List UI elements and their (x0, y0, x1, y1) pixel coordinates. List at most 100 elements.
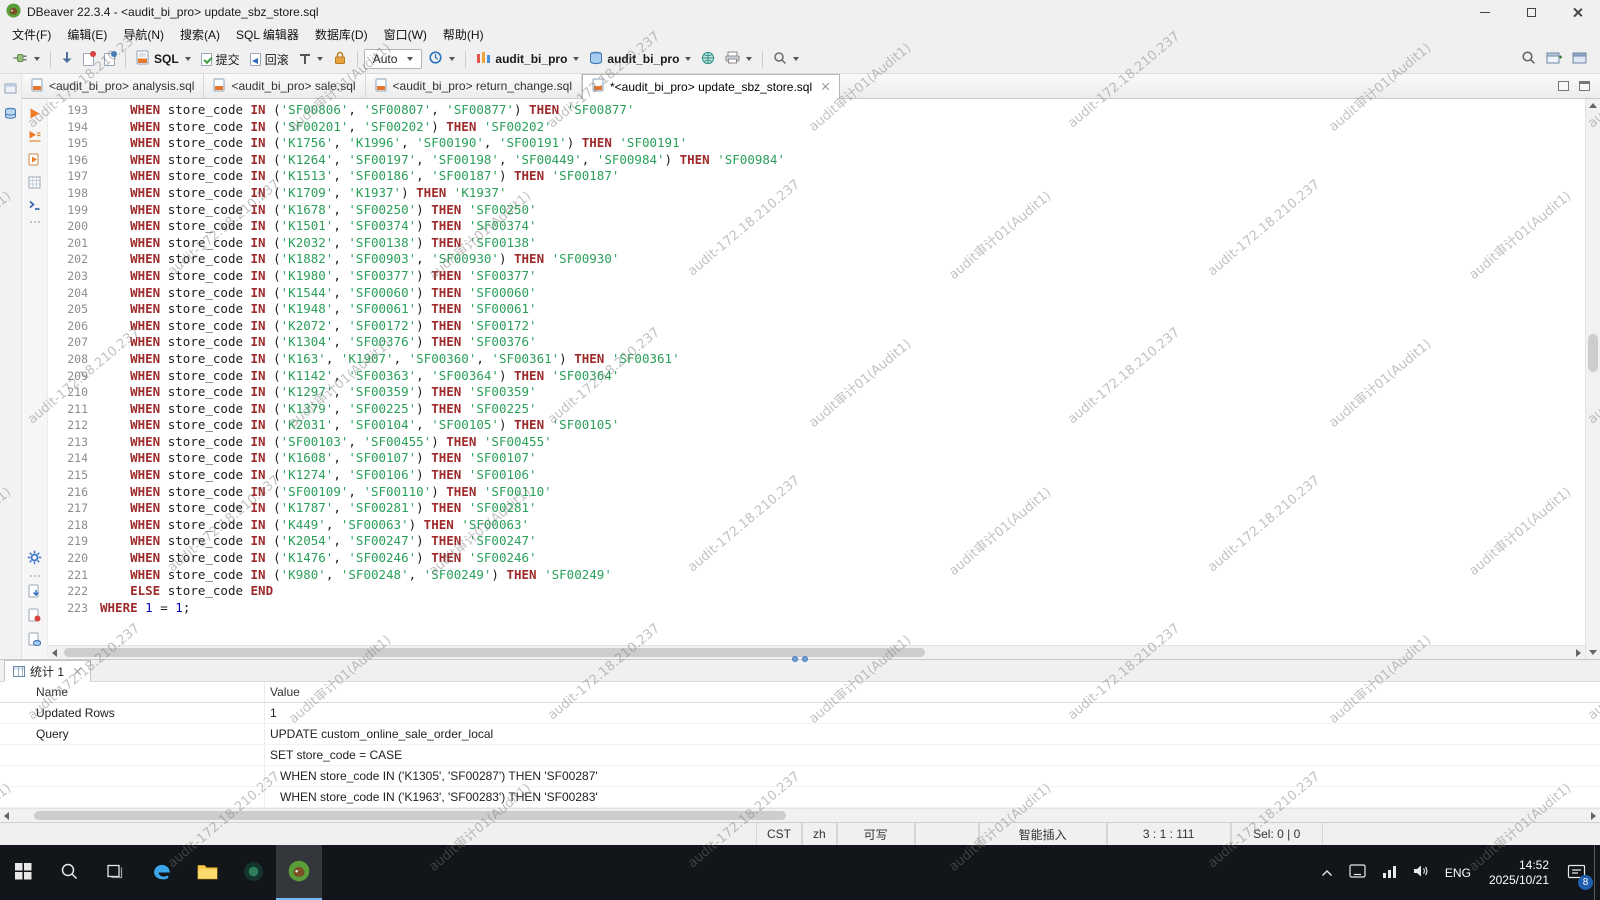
menu-edit[interactable]: 编辑(E) (59, 26, 115, 43)
schema-selector[interactable]: audit_bi_pro (585, 48, 695, 71)
code-line[interactable]: 206 WHEN store_code IN ('K2072', 'SF0017… (48, 318, 1585, 335)
rollback-button[interactable]: 回滚 (246, 48, 293, 71)
editor-vertical-scrollbar[interactable] (1585, 99, 1600, 659)
transaction-log-button[interactable] (295, 50, 327, 68)
close-icon[interactable] (73, 667, 82, 676)
results-row[interactable]: Updated Rows1 (0, 703, 1600, 724)
menu-file[interactable]: 文件(F) (4, 26, 59, 43)
code-line[interactable]: 209 WHEN store_code IN ('K1142', 'SF0036… (48, 368, 1585, 385)
menu-sql-editor[interactable]: SQL 编辑器 (228, 26, 307, 43)
code-line[interactable]: 210 WHEN store_code IN ('K1297', 'SF0035… (48, 384, 1585, 401)
task-view-button[interactable] (92, 845, 138, 900)
tab-analysis-sql[interactable]: <audit_bi_pro> analysis.sql (22, 74, 204, 98)
results-row[interactable]: WHEN store_code IN ('K1305', 'SF00287') … (0, 766, 1600, 787)
pinned-app-button[interactable] (230, 845, 276, 900)
menu-database[interactable]: 数据库(D) (307, 26, 376, 43)
code-line[interactable]: 201 WHEN store_code IN ('K2032', 'SF0013… (48, 235, 1585, 252)
code-line[interactable]: 200 WHEN store_code IN ('K1501', 'SF0037… (48, 218, 1585, 235)
code-line[interactable]: 223WHERE 1 = 1; (48, 600, 1585, 617)
code-line[interactable]: 199 WHEN store_code IN ('K1678', 'SF0025… (48, 202, 1585, 219)
database-navigator-icon[interactable] (4, 107, 17, 123)
start-button[interactable] (0, 845, 46, 900)
code-line[interactable]: 208 WHEN store_code IN ('K163', 'K1907',… (48, 351, 1585, 368)
maximize-button[interactable] (1508, 0, 1554, 24)
code-line[interactable]: 211 WHEN store_code IN ('K1379', 'SF0022… (48, 401, 1585, 418)
code-line[interactable]: 217 WHEN store_code IN ('K1787', 'SF0028… (48, 500, 1585, 517)
close-button[interactable] (1554, 0, 1600, 24)
splitter-handle[interactable] (792, 656, 808, 662)
connect-button[interactable] (8, 47, 44, 72)
code-line[interactable]: 220 WHEN store_code IN ('K1476', 'SF0024… (48, 550, 1585, 567)
terminal-icon[interactable] (28, 199, 41, 214)
dbeaver-logo-icon[interactable] (6, 3, 21, 21)
scroll-right-arrow-icon[interactable] (1591, 812, 1596, 820)
tray-network-button[interactable] (1374, 845, 1405, 900)
load-file-icon[interactable] (28, 584, 41, 601)
connection-selector[interactable]: audit_bi_pro (472, 48, 583, 71)
code-line[interactable]: 203 WHEN store_code IN ('K1980', 'SF0037… (48, 268, 1585, 285)
scrollbar-thumb[interactable] (1588, 334, 1598, 372)
scroll-left-arrow-icon[interactable] (52, 649, 57, 657)
tab-statistics[interactable]: 统计 1 (4, 660, 91, 682)
code-line[interactable]: 218 WHEN store_code IN ('K449', 'SF00063… (48, 517, 1585, 534)
code-line[interactable]: 213 WHEN store_code IN ('SF00103', 'SF00… (48, 434, 1585, 451)
tab-update-sbz-store-sql[interactable]: *<audit_bi_pro> update_sbz_store.sql (582, 74, 840, 99)
results-horizontal-scrollbar[interactable] (0, 808, 1600, 822)
minimize-editor-icon[interactable] (1558, 81, 1569, 91)
refresh-timer-button[interactable] (424, 47, 459, 71)
code-line[interactable]: 216 WHEN store_code IN ('SF00109', 'SF00… (48, 484, 1585, 501)
search-icon[interactable] (1521, 50, 1536, 68)
new-sql-editor-button[interactable]: SQL (132, 47, 195, 71)
action-center-button[interactable]: 8 (1559, 845, 1594, 900)
tab-sale-sql[interactable]: <audit_bi_pro> sale.sql (204, 74, 365, 98)
menu-navigate[interactable]: 导航(N) (115, 26, 172, 43)
file-explorer-button[interactable] (184, 845, 230, 900)
pending-edit-red-button[interactable] (79, 50, 98, 69)
column-header-name[interactable]: Name (0, 682, 265, 702)
code-line[interactable]: 214 WHEN store_code IN ('K1608', 'SF0010… (48, 450, 1585, 467)
tray-tablet-button[interactable] (1341, 845, 1374, 900)
code-line[interactable]: 204 WHEN store_code IN ('K1544', 'SF0006… (48, 285, 1585, 302)
code-area[interactable]: 193 WHEN store_code IN ('SF00806', 'SF00… (48, 99, 1585, 645)
show-desktop-button[interactable] (1594, 845, 1600, 900)
code-line[interactable]: 198 WHEN store_code IN ('K1709', 'K1937'… (48, 185, 1585, 202)
save-file-icon[interactable] (28, 608, 41, 625)
toolbar-search-button[interactable] (769, 48, 803, 71)
commit-button[interactable]: 提交 (197, 48, 244, 71)
restore-view-icon[interactable] (4, 82, 17, 97)
pending-edit-blue-button[interactable] (100, 50, 119, 69)
taskbar-search-button[interactable] (46, 845, 92, 900)
minimize-button[interactable] (1462, 0, 1508, 24)
globe-button[interactable] (697, 48, 719, 71)
execute-new-tab-icon[interactable] (28, 153, 41, 169)
export-data-icon[interactable] (28, 632, 41, 649)
menu-search[interactable]: 搜索(A) (172, 26, 228, 43)
fetch-down-button[interactable] (57, 48, 77, 70)
editor-horizontal-scrollbar[interactable] (48, 645, 1585, 659)
tray-volume-button[interactable] (1405, 845, 1437, 900)
maximize-editor-icon[interactable] (1579, 81, 1590, 91)
scrollbar-thumb[interactable] (34, 811, 786, 820)
column-header-value[interactable]: Value (265, 682, 1600, 702)
code-line[interactable]: 219 WHEN store_code IN ('K2054', 'SF0024… (48, 533, 1585, 550)
open-perspective-icon[interactable] (1546, 51, 1562, 68)
results-row[interactable]: WHEN store_code IN ('K1963', 'SF00283') … (0, 787, 1600, 808)
menu-help[interactable]: 帮助(H) (435, 26, 492, 43)
commit-mode-combo[interactable]: Auto (364, 49, 423, 69)
tab-return-change-sql[interactable]: <audit_bi_pro> return_change.sql (366, 74, 582, 98)
dbeaver-taskbar-button[interactable] (276, 845, 322, 900)
menu-window[interactable]: 窗口(W) (376, 26, 435, 43)
results-row[interactable]: QueryUPDATE custom_online_sale_order_loc… (0, 724, 1600, 745)
code-line[interactable]: 194 WHEN store_code IN ('SF00201', 'SF00… (48, 119, 1585, 136)
output-button[interactable] (721, 48, 756, 70)
scroll-left-arrow-icon[interactable] (4, 812, 9, 820)
code-line[interactable]: 202 WHEN store_code IN ('K1882', 'SF0090… (48, 251, 1585, 268)
code-line[interactable]: 215 WHEN store_code IN ('K1274', 'SF0010… (48, 467, 1585, 484)
code-line[interactable]: 221 WHEN store_code IN ('K980', 'SF00248… (48, 567, 1585, 584)
tray-input-language[interactable]: ENG (1437, 845, 1479, 900)
settings-gear-icon[interactable] (27, 550, 42, 568)
code-line[interactable]: 196 WHEN store_code IN ('K1264', 'SF0019… (48, 152, 1585, 169)
code-line[interactable]: 222 ELSE store_code END (48, 583, 1585, 600)
scroll-down-arrow-icon[interactable] (1589, 650, 1597, 655)
code-line[interactable]: 193 WHEN store_code IN ('SF00806', 'SF00… (48, 102, 1585, 119)
